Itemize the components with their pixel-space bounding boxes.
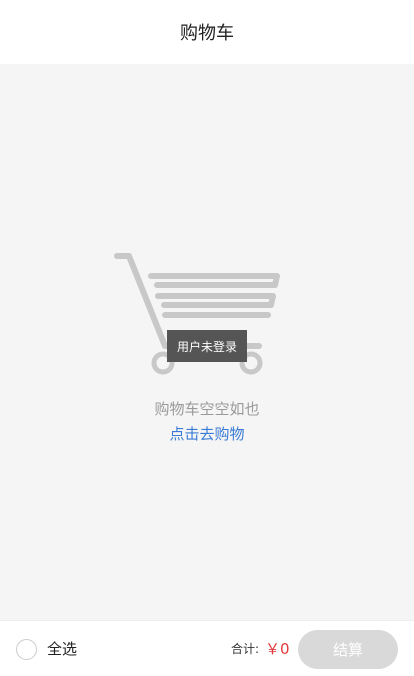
checkout-button[interactable]: 结算 [298,630,398,669]
go-shopping-link[interactable]: 点击去购物 [0,423,414,444]
select-all-radio[interactable] [16,639,37,660]
empty-cart-message: 购物车空空如也 [154,400,260,418]
total-label: 合计: [231,642,260,656]
page-title: 购物车 [180,23,234,44]
cart-content: 用户未登录 购物车空空如也 点击去购物 [0,64,414,620]
total-price: ￥0 [265,640,290,658]
cart-footer: 全选 合计: ￥0 结算 [0,620,414,676]
login-status-badge: 用户未登录 [167,330,247,362]
select-all-label[interactable]: 全选 [47,639,77,659]
top-header: 购物车 [0,0,414,64]
